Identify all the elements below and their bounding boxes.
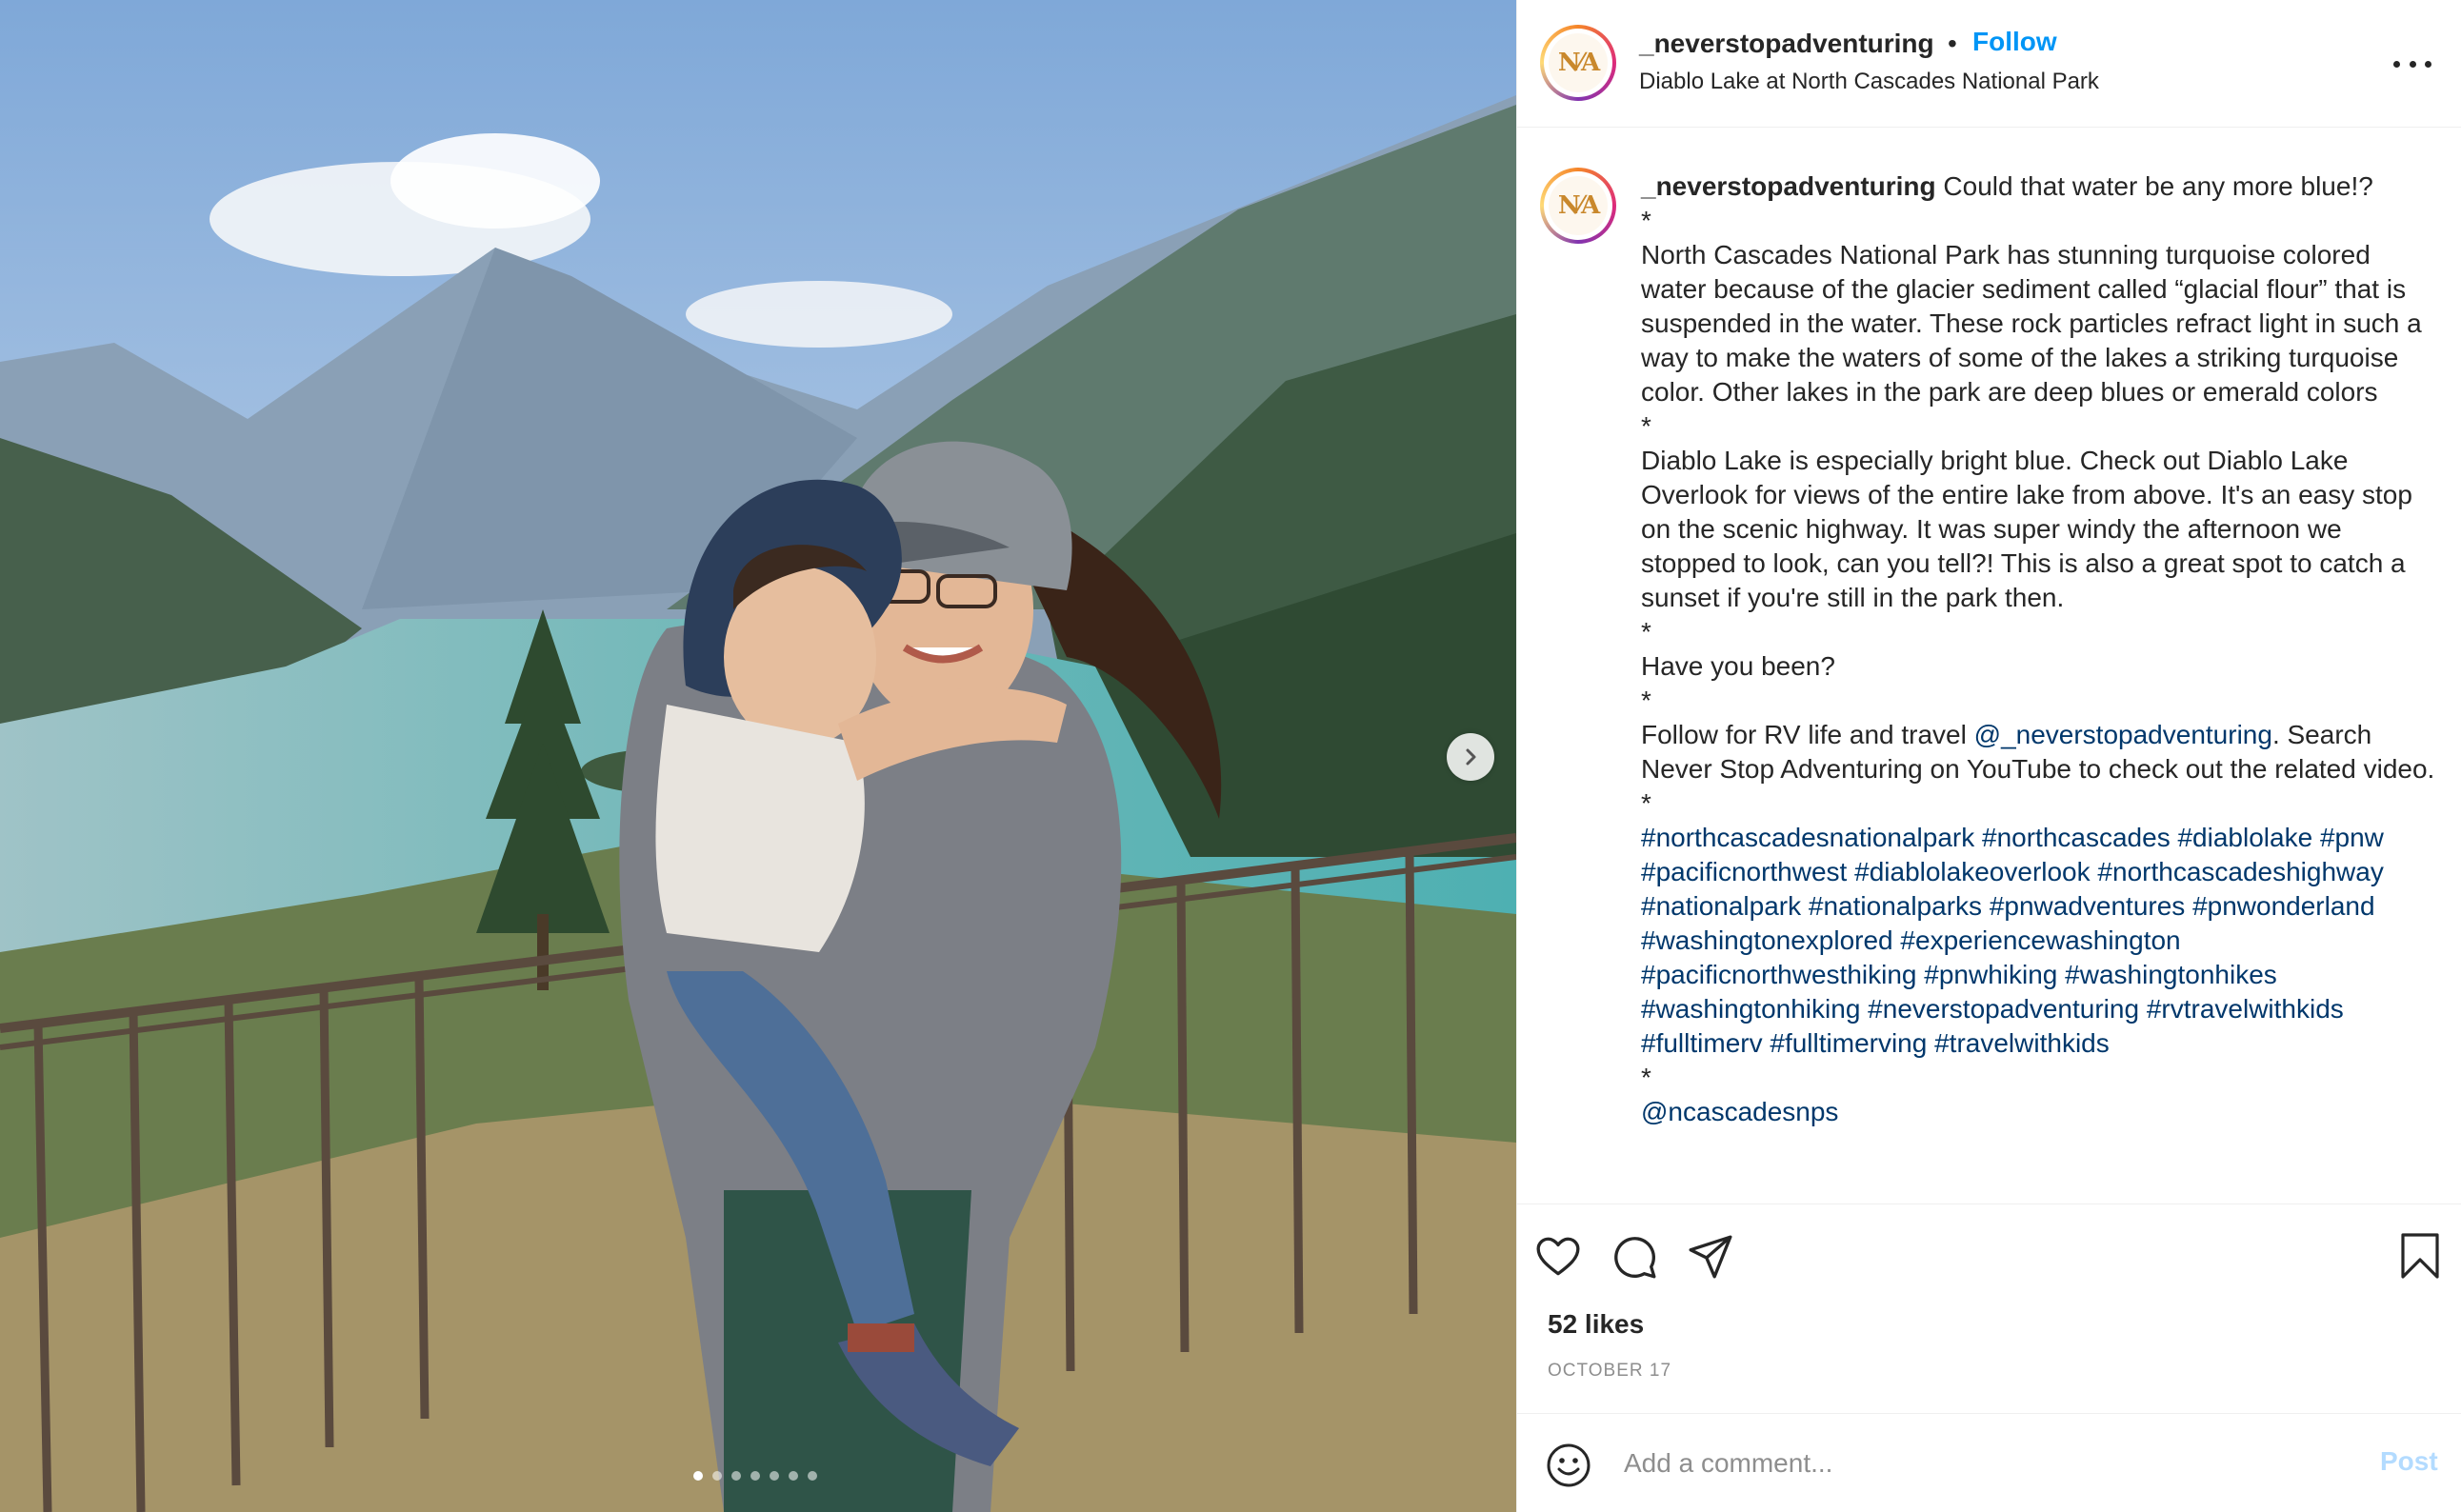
hashtag-link[interactable]: #nationalparks	[1809, 891, 1982, 921]
caption-separator: *	[1641, 206, 1651, 235]
caption-paragraph: Have you been?	[1641, 651, 1835, 681]
post-side-panel: N⁄A _neverstopadventuring • Follow Diabl…	[1516, 0, 2461, 1512]
hashtag-link[interactable]: #pnwhiking	[1924, 960, 2057, 989]
dot-icon	[2425, 60, 2431, 68]
header-separator: •	[1948, 29, 1957, 58]
comment-bar: Post	[1517, 1413, 2461, 1512]
heart-icon[interactable]	[1534, 1233, 1582, 1281]
caption-body: * North Cascades National Park has stunn…	[1641, 206, 2429, 715]
hashtag-link[interactable]: #pacificnorthwesthiking	[1641, 960, 1917, 989]
hashtag-link[interactable]: #neverstopadventuring	[1868, 994, 2139, 1024]
bookmark-icon[interactable]	[2397, 1231, 2443, 1281]
brand-logo: N⁄A	[1549, 33, 1608, 92]
next-photo-button[interactable]	[1447, 733, 1494, 781]
hashtag-link[interactable]: #fulltimerv	[1641, 1028, 1763, 1058]
caption-separator: *	[1641, 1063, 1651, 1092]
chevron-right-icon	[1466, 748, 1476, 766]
lake-mountain-photo	[0, 0, 1516, 1512]
hashtag-link[interactable]: #northcascadesnationalpark	[1641, 823, 1974, 852]
carousel-dot	[693, 1471, 703, 1481]
caption-paragraph: Diablo Lake is especially bright blue. C…	[1641, 446, 2420, 612]
caption-separator: *	[1641, 411, 1651, 441]
share-icon[interactable]	[1687, 1233, 1734, 1281]
carousel-dot	[789, 1471, 798, 1481]
mention-link[interactable]: @_neverstopadventuring	[1974, 720, 2272, 749]
header-username[interactable]: _neverstopadventuring	[1639, 29, 1934, 59]
hashtag-link[interactable]: #diablolake	[2177, 823, 2312, 852]
caption-separator: *	[1641, 686, 1651, 715]
hashtag-link[interactable]: #northcascades	[1982, 823, 2171, 852]
hashtag-link[interactable]: #washingtonexplored	[1641, 925, 1893, 955]
caption-username[interactable]: _neverstopadventuring	[1641, 171, 1936, 201]
mention-link[interactable]: @ncascadesnps	[1641, 1097, 1838, 1126]
carousel-dot	[731, 1471, 741, 1481]
hashtag-list: #northcascadesnationalpark #northcascade…	[1641, 823, 2384, 1058]
carousel-indicator	[693, 1471, 817, 1481]
comment-icon[interactable]	[1611, 1233, 1658, 1281]
post-date[interactable]: OCTOBER 17	[1548, 1361, 1671, 1382]
post-header: N⁄A _neverstopadventuring • Follow Diabl…	[1517, 0, 2461, 128]
hashtag-link[interactable]: #northcascadeshighway	[2097, 857, 2383, 886]
follow-text: Follow for RV life and travel	[1641, 720, 1974, 749]
action-bar: 52 likes OCTOBER 17	[1517, 1204, 2461, 1413]
caption-first-line: Could that water be any more blue!?	[1935, 171, 2373, 201]
location-link[interactable]: Diablo Lake at North Cascades National P…	[1639, 69, 2099, 95]
hashtag-link[interactable]: #experiencewashington	[1900, 925, 2180, 955]
caption-area[interactable]: N⁄A _neverstopadventuring Could that wat…	[1517, 128, 2461, 1204]
hashtag-link[interactable]: #washingtonhikes	[2065, 960, 2277, 989]
avatar[interactable]: N⁄A	[1540, 25, 1616, 101]
post-comment-button[interactable]: Post	[2380, 1446, 2438, 1477]
brand-logo: N⁄A	[1549, 176, 1608, 235]
hashtag-link[interactable]: #travelwithkids	[1934, 1028, 2110, 1058]
caption-separator: *	[1641, 788, 1651, 818]
hashtag-link[interactable]: #nationalpark	[1641, 891, 1801, 921]
emoji-icon[interactable]	[1546, 1442, 1591, 1488]
hashtag-link[interactable]: #pnw	[2320, 823, 2384, 852]
comment-input[interactable]	[1624, 1442, 2310, 1484]
caption-text: _neverstopadventuring Could that water b…	[1641, 169, 2441, 1129]
carousel-dot	[712, 1471, 722, 1481]
likes-count[interactable]: 52 likes	[1548, 1309, 1644, 1340]
caption-paragraph: North Cascades National Park has stunnin…	[1641, 240, 2430, 407]
carousel-dot	[770, 1471, 779, 1481]
follow-button[interactable]: Follow	[1972, 27, 2057, 57]
dot-icon	[2393, 60, 2400, 68]
caption-separator: *	[1641, 617, 1651, 647]
hashtag-link[interactable]: #rvtravelwithkids	[2147, 994, 2344, 1024]
caption-avatar[interactable]: N⁄A	[1540, 168, 1616, 244]
dot-icon	[2409, 60, 2416, 68]
hashtag-link[interactable]: #diablolakeoverlook	[1854, 857, 2091, 886]
post-photo[interactable]	[0, 0, 1516, 1512]
more-options-button[interactable]	[2393, 50, 2431, 78]
carousel-dot	[808, 1471, 817, 1481]
hashtag-link[interactable]: #pnwonderland	[2192, 891, 2375, 921]
carousel-dot	[750, 1471, 760, 1481]
hashtag-link[interactable]: #fulltimerving	[1770, 1028, 1927, 1058]
hashtag-link[interactable]: #pacificnorthwest	[1641, 857, 1847, 886]
hashtag-link[interactable]: #washingtonhiking	[1641, 994, 1860, 1024]
hashtag-link[interactable]: #pnwadventures	[1990, 891, 2185, 921]
